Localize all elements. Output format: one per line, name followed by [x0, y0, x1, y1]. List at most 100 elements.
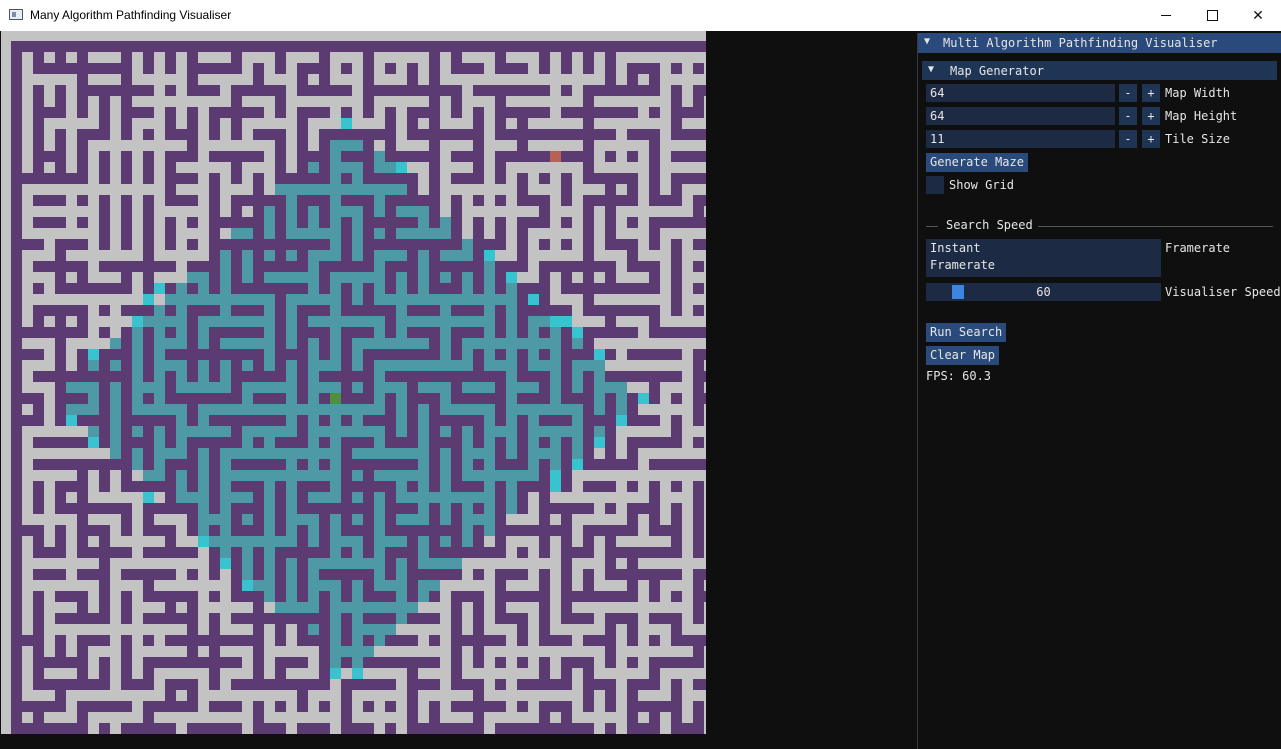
maze-wall-cell[interactable]: [330, 371, 341, 382]
maze-wall-cell[interactable]: [451, 151, 462, 162]
maze-wall-cell[interactable]: [583, 162, 594, 173]
maze-wall-cell[interactable]: [88, 41, 99, 52]
maze-visited-cell[interactable]: [154, 437, 165, 448]
maze-wall-cell[interactable]: [165, 52, 176, 63]
maze-wall-cell[interactable]: [407, 184, 418, 195]
maze-wall-cell[interactable]: [99, 591, 110, 602]
maze-wall-cell[interactable]: [429, 338, 440, 349]
maze-wall-cell[interactable]: [583, 261, 594, 272]
maze-visited-cell[interactable]: [484, 327, 495, 338]
maze-wall-cell[interactable]: [363, 305, 374, 316]
maze-visited-cell[interactable]: [110, 415, 121, 426]
maze-wall-cell[interactable]: [341, 635, 352, 646]
maze-visited-cell[interactable]: [528, 327, 539, 338]
maze-wall-cell[interactable]: [11, 679, 22, 690]
maze-wall-cell[interactable]: [374, 591, 385, 602]
maze-visited-cell[interactable]: [374, 558, 385, 569]
maze-wall-cell[interactable]: [605, 74, 616, 85]
maze-wall-cell[interactable]: [66, 305, 77, 316]
maze-visited-cell[interactable]: [462, 272, 473, 283]
maze-wall-cell[interactable]: [297, 492, 308, 503]
maze-wall-cell[interactable]: [99, 580, 110, 591]
maze-wall-cell[interactable]: [99, 195, 110, 206]
maze-wall-cell[interactable]: [220, 41, 231, 52]
maze-wall-cell[interactable]: [176, 151, 187, 162]
maze-wall-cell[interactable]: [429, 525, 440, 536]
maze-wall-cell[interactable]: [682, 41, 693, 52]
maze-wall-cell[interactable]: [649, 239, 660, 250]
maze-wall-cell[interactable]: [242, 613, 253, 624]
maze-wall-cell[interactable]: [319, 514, 330, 525]
maze-wall-cell[interactable]: [660, 547, 671, 558]
maze-visited-cell[interactable]: [594, 382, 605, 393]
maze-wall-cell[interactable]: [187, 459, 198, 470]
maze-wall-cell[interactable]: [275, 261, 286, 272]
maze-wall-cell[interactable]: [638, 415, 649, 426]
maze-wall-cell[interactable]: [429, 481, 440, 492]
maze-visited-cell[interactable]: [319, 558, 330, 569]
maze-wall-cell[interactable]: [341, 151, 352, 162]
maze-visited-cell[interactable]: [330, 613, 341, 624]
maze-wall-cell[interactable]: [231, 613, 242, 624]
maze-wall-cell[interactable]: [495, 415, 506, 426]
maze-wall-cell[interactable]: [55, 151, 66, 162]
maze-wall-cell[interactable]: [462, 41, 473, 52]
maze-wall-cell[interactable]: [528, 151, 539, 162]
maze-wall-cell[interactable]: [693, 349, 704, 360]
maze-wall-cell[interactable]: [693, 85, 704, 96]
maze-wall-cell[interactable]: [319, 481, 330, 492]
maze-visited-cell[interactable]: [88, 360, 99, 371]
maze-wall-cell[interactable]: [297, 569, 308, 580]
maze-visited-cell[interactable]: [495, 426, 506, 437]
maze-visited-cell[interactable]: [451, 404, 462, 415]
maze-wall-cell[interactable]: [627, 624, 638, 635]
maze-wall-cell[interactable]: [209, 624, 220, 635]
maze-visited-cell[interactable]: [187, 492, 198, 503]
maze-wall-cell[interactable]: [44, 723, 55, 734]
maze-wall-cell[interactable]: [704, 459, 706, 470]
maze-wall-cell[interactable]: [473, 536, 484, 547]
maze-wall-cell[interactable]: [385, 217, 396, 228]
maze-wall-cell[interactable]: [440, 41, 451, 52]
maze-wall-cell[interactable]: [308, 41, 319, 52]
maze-wall-cell[interactable]: [429, 448, 440, 459]
maze-visited-cell[interactable]: [253, 338, 264, 349]
maze-wall-cell[interactable]: [11, 283, 22, 294]
maze-visited-cell[interactable]: [440, 536, 451, 547]
maze-wall-cell[interactable]: [572, 151, 583, 162]
maze-wall-cell[interactable]: [242, 503, 253, 514]
maze-wall-cell[interactable]: [55, 41, 66, 52]
maze-wall-cell[interactable]: [341, 514, 352, 525]
maze-wall-cell[interactable]: [110, 261, 121, 272]
maze-visited-cell[interactable]: [407, 228, 418, 239]
maze-wall-cell[interactable]: [473, 624, 484, 635]
maze-visited-cell[interactable]: [176, 382, 187, 393]
maze-wall-cell[interactable]: [22, 327, 33, 338]
maze-visited-cell[interactable]: [418, 547, 429, 558]
maze-wall-cell[interactable]: [319, 437, 330, 448]
maze-visited-cell[interactable]: [374, 382, 385, 393]
maze-wall-cell[interactable]: [451, 283, 462, 294]
maze-visited-cell[interactable]: [506, 382, 517, 393]
maze-wall-cell[interactable]: [143, 360, 154, 371]
maze-wall-cell[interactable]: [77, 481, 88, 492]
maze-visited-cell[interactable]: [110, 437, 121, 448]
maze-wall-cell[interactable]: [11, 371, 22, 382]
maze-wall-cell[interactable]: [253, 624, 264, 635]
maze-frontier-cell[interactable]: [88, 437, 99, 448]
maze-wall-cell[interactable]: [143, 635, 154, 646]
maze-wall-cell[interactable]: [418, 41, 429, 52]
maze-wall-cell[interactable]: [561, 580, 572, 591]
maze-wall-cell[interactable]: [693, 602, 704, 613]
maze-wall-cell[interactable]: [99, 360, 110, 371]
maze-visited-cell[interactable]: [429, 228, 440, 239]
maze-visited-cell[interactable]: [198, 448, 209, 459]
maze-wall-cell[interactable]: [275, 371, 286, 382]
maze-wall-cell[interactable]: [495, 129, 506, 140]
maze-wall-cell[interactable]: [451, 547, 462, 558]
maze-wall-cell[interactable]: [253, 173, 264, 184]
maze-frontier-cell[interactable]: [550, 481, 561, 492]
maze-wall-cell[interactable]: [231, 657, 242, 668]
maze-visited-cell[interactable]: [308, 217, 319, 228]
maze-wall-cell[interactable]: [11, 195, 22, 206]
